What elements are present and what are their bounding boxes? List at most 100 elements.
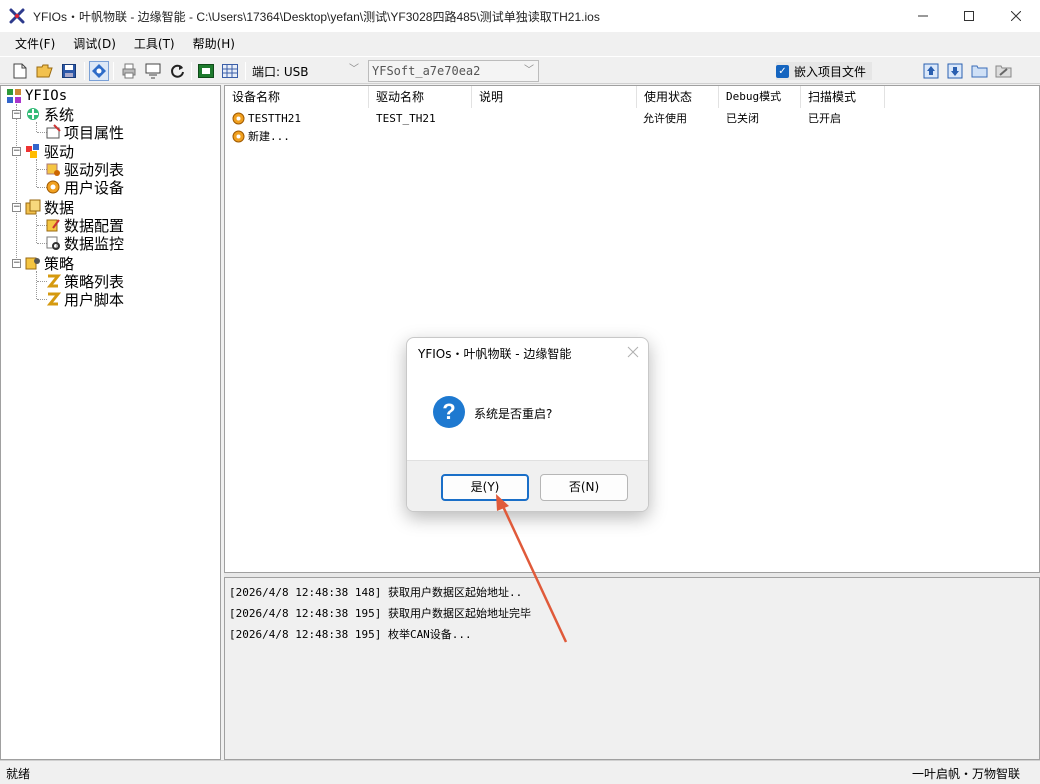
- minimize-button[interactable]: [900, 0, 946, 32]
- tree-item-user-script[interactable]: 用户脚本: [45, 290, 125, 309]
- print-button[interactable]: [119, 61, 139, 81]
- status-slogan: 一叶启帆・万物智联: [911, 767, 1020, 781]
- yes-button[interactable]: 是(Y): [441, 474, 529, 501]
- menu-tools[interactable]: 工具(T): [125, 32, 184, 56]
- column-header[interactable]: 驱动名称: [369, 86, 472, 108]
- print-icon: [122, 63, 136, 79]
- tree-group-strategy[interactable]: 策略: [25, 254, 74, 273]
- tree-item-project-properties[interactable]: 项目属性: [45, 123, 125, 142]
- chevron-down-icon: ﹀: [524, 65, 534, 76]
- screen-button[interactable]: [196, 61, 216, 81]
- column-header[interactable]: 设备名称: [225, 86, 369, 108]
- close-icon: [1011, 11, 1021, 21]
- open-button[interactable]: [34, 61, 54, 81]
- download-button[interactable]: [143, 61, 163, 81]
- new-file-button[interactable]: [10, 61, 30, 81]
- user-script-icon: [45, 291, 61, 307]
- yfios-tree-icon: [6, 88, 22, 104]
- data-monitor-icon: [45, 235, 61, 251]
- open-folder-icon: [36, 64, 53, 78]
- data-icon: [25, 199, 41, 215]
- driver-list-icon: [45, 161, 61, 177]
- expand-toggle-driver[interactable]: −: [12, 147, 21, 156]
- embed-checkbox[interactable]: ✓: [776, 64, 789, 78]
- port-dropdown[interactable]: ﹀: [341, 60, 363, 82]
- tree-root[interactable]: YFIOs: [6, 87, 67, 105]
- tree-item-label: 项目属性: [64, 123, 125, 142]
- maximize-button[interactable]: [946, 0, 992, 32]
- dialog-footer: 是(Y) 否(N): [407, 460, 648, 511]
- strategy-icon: [25, 255, 41, 271]
- column-header[interactable]: 说明: [472, 86, 637, 108]
- grid-icon: [222, 64, 238, 78]
- folder-icon: [971, 65, 987, 78]
- menu-bar: 文件(F) 调试(D) 工具(T) 帮助(H): [0, 32, 1040, 56]
- upload-button[interactable]: [921, 61, 941, 81]
- refresh-icon: [170, 64, 184, 78]
- download-file-icon: [947, 63, 963, 79]
- tree-root-label: YFIOs: [25, 88, 68, 104]
- driver-name-cell: TEST_TH21: [376, 112, 436, 125]
- tree-group-system[interactable]: 系统: [25, 105, 74, 124]
- data-config-icon: [45, 217, 61, 233]
- debug-mode-icon: [92, 64, 106, 78]
- project-properties-icon: [45, 124, 61, 140]
- restart-dialog: YFIOs・叶帆物联 - 边缘智能 ? 系统是否重启? 是(Y) 否(N): [406, 337, 649, 512]
- tree-item-label: 数据监控: [64, 234, 125, 253]
- refresh-button[interactable]: [167, 61, 187, 81]
- grid-button[interactable]: [220, 61, 240, 81]
- close-icon[interactable]: [627, 346, 639, 358]
- user-device-icon: [45, 179, 61, 195]
- debug-cell: 已关闭: [726, 112, 759, 125]
- menu-file[interactable]: 文件(F): [6, 32, 64, 56]
- list-header: 设备名称 驱动名称 说明 使用状态 Debug模式 扫描模式: [225, 86, 1039, 108]
- tree-item-user-device[interactable]: 用户设备: [45, 178, 125, 197]
- table-row[interactable]: 新建...: [225, 128, 1039, 146]
- expand-toggle-system[interactable]: −: [12, 110, 21, 119]
- embed-project-file-toggle[interactable]: ✓ 嵌入项目文件: [776, 62, 873, 80]
- column-header[interactable]: 使用状态: [637, 86, 719, 108]
- table-row[interactable]: TESTTH21 TEST_TH21 允许使用 已关闭 已开启: [225, 110, 1039, 128]
- device-name-cell: TESTTH21: [248, 112, 301, 125]
- window-title: YFIOs・叶帆物联 - 边缘智能 - C:\Users\17364\Deskt…: [33, 9, 600, 24]
- scan-cell: 已开启: [808, 112, 841, 125]
- new-file-icon: [13, 63, 27, 79]
- tree-item-label: 用户设备: [64, 178, 125, 197]
- screen-icon: [198, 64, 214, 78]
- expand-toggle-strategy[interactable]: −: [12, 259, 21, 268]
- system-icon: [25, 106, 41, 122]
- port-label: 端口: USB: [252, 65, 309, 79]
- folder-button[interactable]: [969, 61, 989, 81]
- device-select[interactable]: YFSoft_a7e70ea2 ﹀: [368, 60, 539, 82]
- debug-mode-button[interactable]: [89, 61, 109, 81]
- menu-debug[interactable]: 调试(D): [64, 32, 125, 56]
- save-button[interactable]: [59, 61, 79, 81]
- expand-toggle-data[interactable]: −: [12, 203, 21, 212]
- driver-icon: [25, 143, 41, 159]
- tree-item-data-monitor[interactable]: 数据监控: [45, 234, 125, 253]
- menu-help[interactable]: 帮助(H): [184, 32, 244, 56]
- tree-item-driver-list[interactable]: 驱动列表: [45, 160, 124, 179]
- status-text: 就绪: [6, 767, 31, 781]
- project-tree: YFIOs − 系统 项目属性 − 驱动 驱动列表 用户设备 − 数据 数据配置…: [0, 85, 221, 760]
- column-header[interactable]: Debug模式: [719, 86, 801, 108]
- close-button[interactable]: [993, 0, 1039, 32]
- title-bar: YFIOs・叶帆物联 - 边缘智能 - C:\Users\17364\Deskt…: [0, 0, 1040, 32]
- download-icon: [145, 63, 161, 79]
- device-select-value: YFSoft_a7e70ea2: [372, 64, 481, 78]
- tree-item-data-config[interactable]: 数据配置: [45, 216, 124, 235]
- tree-item-strategy-list[interactable]: 策略列表: [45, 272, 124, 291]
- folder-edit-button[interactable]: [993, 61, 1013, 81]
- column-header[interactable]: 扫描模式: [801, 86, 885, 108]
- no-button[interactable]: 否(N): [540, 474, 628, 501]
- yfios-logo-icon: [9, 8, 25, 24]
- user-device-icon: [232, 130, 245, 143]
- status-cell: 允许使用: [643, 112, 687, 125]
- download-file-button[interactable]: [945, 61, 965, 81]
- dialog-message: 系统是否重启?: [474, 407, 553, 421]
- tree-group-driver[interactable]: 驱动: [25, 142, 74, 161]
- tree-group-data[interactable]: 数据: [25, 198, 74, 217]
- tree-item-label: 用户脚本: [64, 290, 125, 309]
- upload-icon: [923, 63, 939, 79]
- strategy-list-icon: [45, 273, 61, 289]
